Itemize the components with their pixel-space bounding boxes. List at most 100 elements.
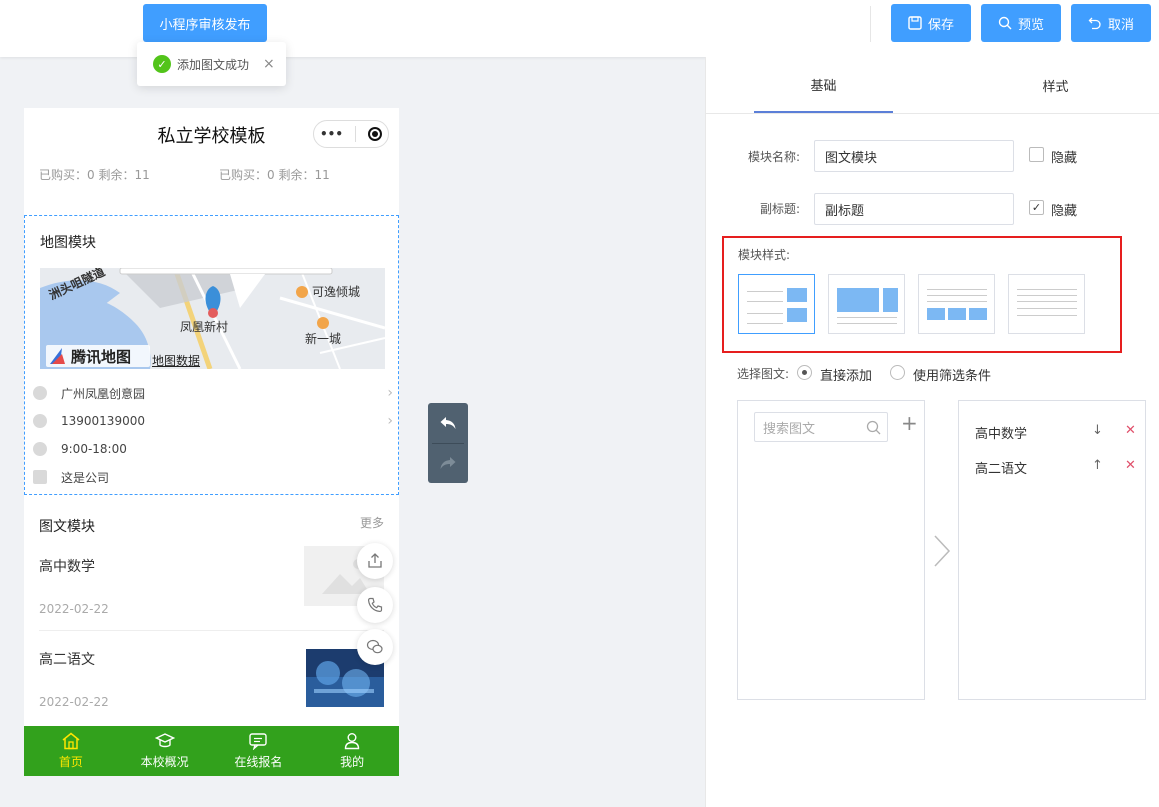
tab-label: 在线报名 (234, 755, 283, 769)
subtitle-input[interactable]: 副标题 (814, 193, 1014, 225)
tab-online-signup[interactable]: 在线报名 (212, 726, 306, 776)
undo-button[interactable] (428, 403, 468, 443)
article-date: 2022-02-22 (39, 695, 109, 709)
phone-preview: 私立学校模板 ••• 已购买：0 剩余：11 已购买：0 剩余：11 地图模块 (24, 108, 399, 776)
close-icon[interactable]: × (263, 56, 275, 72)
select-article-label: 选择图文: (737, 367, 790, 381)
article-title: 高二语文 (39, 652, 95, 668)
tab-divider (706, 113, 1159, 114)
chat-icon (249, 733, 268, 750)
quota-text-right: 已购买：0 剩余：11 (219, 168, 330, 182)
add-icon[interactable]: + (901, 413, 918, 433)
wechat-button[interactable] (357, 629, 393, 665)
article-divider (39, 630, 384, 631)
module-style-label: 模块样式: (738, 248, 791, 262)
map-logo-text: 腾讯地图 (71, 348, 132, 366)
tab-school-overview[interactable]: 本校概况 (118, 726, 212, 776)
wechat-icon (366, 639, 383, 654)
article-item[interactable]: 高中数学 2022-02-22 (39, 546, 384, 626)
call-button[interactable] (357, 587, 393, 623)
redo-icon (440, 457, 456, 469)
note-text: 这是公司 (61, 470, 110, 485)
style-option-text-only[interactable] (1008, 274, 1085, 334)
article-title: 高中数学 (39, 559, 95, 575)
user-icon (344, 733, 360, 750)
map-poi-label-1: 可逸倾城 (312, 285, 361, 299)
tab-home[interactable]: 首页 (24, 726, 118, 776)
module-name-label: 模块名称: (747, 150, 800, 164)
phone-text: 13900139000 (61, 414, 145, 428)
save-label: 保存 (927, 17, 954, 33)
article-date: 2022-02-22 (39, 602, 109, 616)
article-module[interactable]: 图文模块 更多 高中数学 2022-02-22 高二语文 2022-02-22 (24, 508, 399, 728)
radio-filter[interactable] (890, 365, 905, 380)
map-module[interactable]: 地图模块 洲头咀隧道 可逸倾城 凤凰新村 新一城 腾讯地图 地图数据 广州凤凰创… (24, 215, 399, 495)
map-data-link[interactable]: 地图数据 (152, 352, 200, 369)
tab-label: 首页 (58, 755, 83, 769)
move-up-icon[interactable]: ↑ (1092, 458, 1103, 473)
hours-row: 9:00-18:00 (33, 438, 393, 460)
map-poi-label-3: 新一城 (305, 332, 342, 346)
publish-button[interactable]: 小程序审核发布 (143, 4, 267, 42)
search-icon (866, 420, 881, 435)
phone-icon (367, 597, 383, 613)
settings-panel: 基础 样式 模块名称: 图文模块 隐藏 副标题: 副标题 ✓ 隐藏 模块样式: (705, 57, 1159, 807)
module-name-input[interactable]: 图文模块 (814, 140, 1014, 172)
move-down-icon[interactable]: ↓ (1092, 423, 1103, 438)
clock-icon (33, 442, 47, 456)
cancel-label: 取消 (1107, 17, 1134, 33)
hide-checkbox-1[interactable] (1029, 147, 1044, 162)
location-icon (33, 386, 47, 400)
close-mini-program-icon[interactable] (367, 127, 382, 141)
toast-message: 添加图文成功 (177, 57, 250, 72)
phone-icon (33, 414, 47, 428)
radio-filter-label: 使用筛选条件 (913, 369, 992, 384)
undo-icon (440, 417, 456, 429)
chevron-right-icon (934, 535, 951, 567)
home-icon (62, 732, 80, 750)
address-row[interactable]: 广州凤凰创意园 › (33, 382, 393, 404)
map-image[interactable]: 洲头咀隧道 可逸倾城 凤凰新村 新一城 腾讯地图 地图数据 (40, 268, 385, 369)
map-module-title: 地图模块 (40, 235, 96, 251)
undo-redo-control (428, 403, 468, 483)
mini-program-capsule[interactable]: ••• (313, 120, 389, 148)
search-article-input[interactable]: 搜索图文 (754, 412, 888, 442)
house-icon (33, 470, 47, 484)
bottom-tabbar: 首页 本校概况 在线报名 我的 (24, 726, 399, 776)
save-button[interactable]: 保存 (891, 4, 971, 42)
phone-row[interactable]: 13900139000 › (33, 410, 393, 432)
success-toast: ✓ 添加图文成功 × (137, 42, 286, 86)
tab-style[interactable]: 样式 (986, 57, 1125, 113)
tab-label: 我的 (340, 755, 365, 769)
chevron-right-icon: › (387, 413, 393, 429)
style-option-right-image[interactable] (738, 274, 815, 334)
remove-icon[interactable]: ✕ (1125, 458, 1136, 473)
style-option-large-image[interactable] (828, 274, 905, 334)
module-style-section: 模块样式: (722, 236, 1122, 353)
redo-button[interactable] (428, 443, 468, 483)
quota-text-left: 已购买：0 剩余：11 (39, 168, 150, 182)
more-link[interactable]: 更多 (360, 514, 384, 531)
tab-label: 本校概况 (140, 755, 189, 769)
style-option-three-images[interactable] (918, 274, 995, 334)
share-button[interactable] (357, 543, 393, 579)
remove-icon[interactable]: ✕ (1125, 423, 1136, 438)
hide-checkbox-2[interactable]: ✓ (1029, 200, 1044, 215)
capsule-divider (354, 126, 356, 142)
undo-arrow-icon (1088, 17, 1101, 30)
article-module-title: 图文模块 (39, 519, 95, 535)
article-item[interactable]: 高二语文 2022-02-22 (39, 649, 384, 719)
more-icon[interactable]: ••• (320, 127, 343, 141)
tab-basic[interactable]: 基础 (754, 57, 893, 113)
tab-mine[interactable]: 我的 (305, 726, 399, 776)
map-poi-label-2: 凤凰新村 (180, 320, 229, 334)
search-icon (998, 16, 1012, 30)
graduation-cap-icon (154, 733, 175, 748)
radio-direct-add[interactable] (797, 365, 812, 380)
preview-button[interactable]: 预览 (981, 4, 1061, 42)
toolbar-divider (870, 6, 871, 42)
chevron-right-icon: › (387, 385, 393, 401)
hours-text: 9:00-18:00 (61, 442, 127, 456)
cancel-button[interactable]: 取消 (1071, 4, 1151, 42)
radio-direct-add-label: 直接添加 (820, 369, 873, 384)
